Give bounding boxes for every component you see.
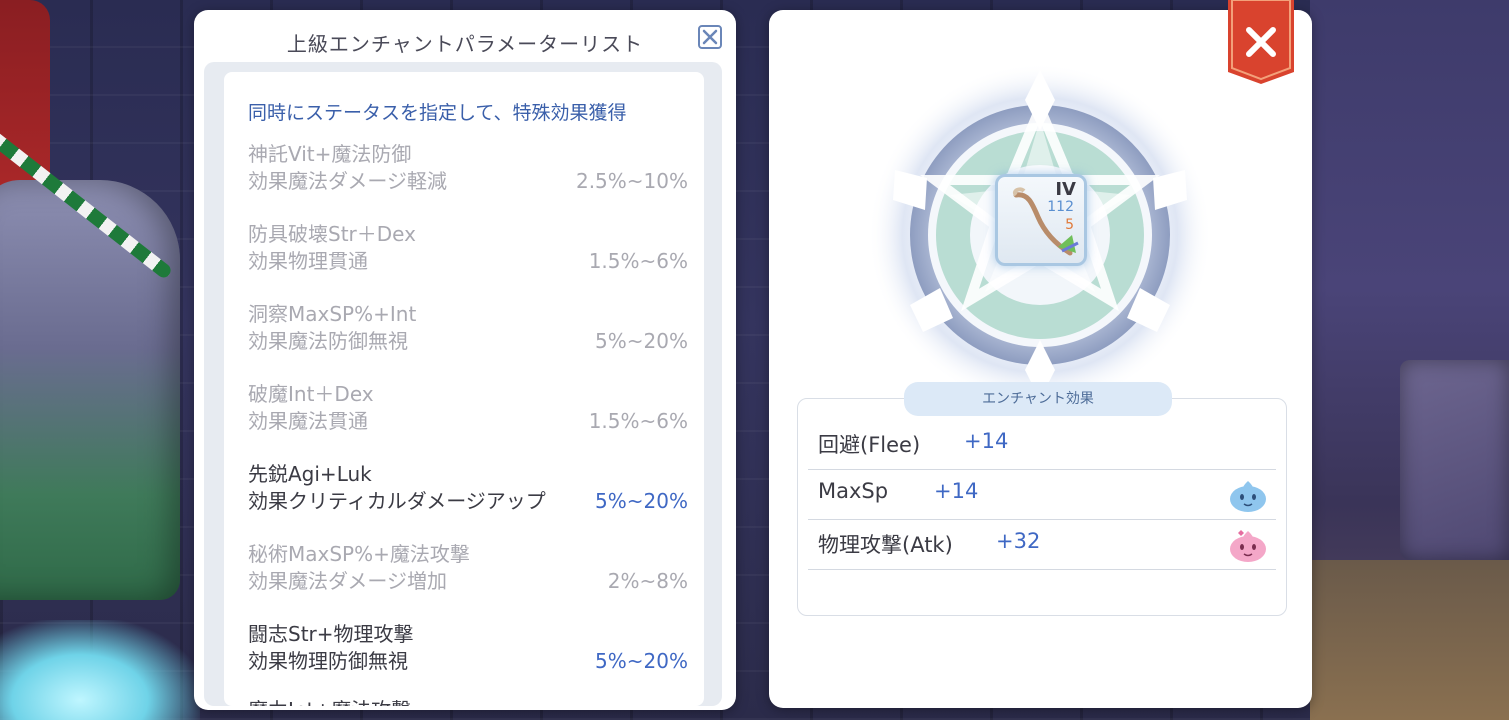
stat-label: MaxSp xyxy=(818,479,889,503)
entry-range: 2%~8% xyxy=(607,569,688,593)
pink-poring-icon xyxy=(1230,530,1266,562)
list-item: 防具破壊Str＋Dex 効果物理貫通 1.5%~6% xyxy=(248,218,688,278)
entry-range: 2.5%~10% xyxy=(575,169,688,193)
list-item: 神託Vit+魔法防御 効果魔法ダメージ軽減 2.5%~10% xyxy=(248,138,688,198)
list-frame: 同時にステータスを指定して、特殊効果獲得 神託Vit+魔法防御 効果魔法ダメージ… xyxy=(204,62,722,706)
entry-effect: 効果魔法貫通 xyxy=(248,409,368,433)
background-floor xyxy=(1310,560,1509,720)
entry-name: 闘志Str+物理攻撃 xyxy=(248,622,414,646)
enchant-parameter-list-panel: 上級エンチャントパラメーターリスト 同時にステータスを指定して、特殊効果獲得 神… xyxy=(194,10,736,710)
enchant-list[interactable]: 同時にステータスを指定して、特殊効果獲得 神託Vit+魔法防御 効果魔法ダメージ… xyxy=(224,72,704,706)
entry-range: 5%~20% xyxy=(595,649,688,673)
list-header: 同時にステータスを指定して、特殊効果獲得 xyxy=(248,102,627,124)
close-x-icon[interactable] xyxy=(697,24,723,50)
item-tier: IV xyxy=(1055,179,1076,200)
list-item: 闘志Str+物理攻撃 効果物理防御無視 5%~20% xyxy=(248,618,688,678)
entry-effect: 効果魔法防御無視 xyxy=(248,329,408,353)
entry-name: 洞察MaxSP%+Int xyxy=(248,302,417,326)
enchant-result-panel: IV 112 5 回避(Flee) +14 MaxSp +14 物理攻撃(Atk… xyxy=(769,10,1312,708)
entry-effect: 効果魔法ダメージ増加 xyxy=(248,569,447,593)
panel-title: 上級エンチャントパラメーターリスト xyxy=(286,32,644,56)
item-refine-value: 112 xyxy=(1047,199,1074,215)
stat-value: +14 xyxy=(964,429,1009,453)
list-item: 魔力Int+魔法攻撃 xyxy=(248,694,688,706)
entry-effect: 効果クリティカルダメージアップ xyxy=(248,489,546,513)
list-item: 秘術MaxSP%+魔法攻撃 効果魔法ダメージ増加 2%~8% xyxy=(248,538,688,598)
enchant-effect-box: 回避(Flee) +14 MaxSp +14 物理攻撃(Atk) +32 xyxy=(797,398,1287,616)
entry-name: 秘術MaxSP%+魔法攻撃 xyxy=(248,542,470,566)
entry-name: 破魔Int＋Dex xyxy=(248,382,374,406)
stat-value: +32 xyxy=(996,529,1041,553)
close-button[interactable] xyxy=(1228,0,1294,84)
entry-effect: 効果物理貫通 xyxy=(248,249,368,273)
character-glow xyxy=(0,620,200,720)
entry-name: 先鋭Agi+Luk xyxy=(248,462,372,486)
enchanted-item-slot[interactable]: IV 112 5 xyxy=(995,174,1087,266)
close-x-icon xyxy=(1228,0,1294,84)
entry-name: 神託Vit+魔法防御 xyxy=(248,142,412,166)
stat-row: 回避(Flee) +14 xyxy=(808,419,1276,470)
enchant-effect-tab: エンチャント効果 xyxy=(904,382,1172,416)
entry-range: 1.5%~6% xyxy=(588,409,688,433)
character-armor xyxy=(0,180,180,600)
entry-name: 防具破壊Str＋Dex xyxy=(248,222,416,246)
stat-row: 物理攻撃(Atk) +32 xyxy=(808,519,1276,570)
stat-label: 物理攻撃(Atk) xyxy=(818,533,953,557)
player-character xyxy=(0,0,200,720)
entry-name: 魔力Int+魔法攻撃 xyxy=(248,694,411,706)
stat-value: +14 xyxy=(934,479,979,503)
stat-row: MaxSp +14 xyxy=(808,469,1276,520)
entry-range: 5%~20% xyxy=(595,489,688,513)
entry-range: 1.5%~6% xyxy=(588,249,688,273)
blue-poring-icon xyxy=(1230,481,1266,512)
stat-label: 回避(Flee) xyxy=(818,433,921,457)
entry-effect: 効果魔法ダメージ軽減 xyxy=(248,169,447,193)
background-crate xyxy=(1400,360,1509,560)
list-item: 洞察MaxSP%+Int 効果魔法防御無視 5%~20% xyxy=(248,298,688,358)
item-slot-value: 5 xyxy=(1065,217,1074,233)
list-item: 破魔Int＋Dex 効果魔法貫通 1.5%~6% xyxy=(248,378,688,438)
entry-range: 5%~20% xyxy=(595,329,688,353)
entry-effect: 効果物理防御無視 xyxy=(248,649,408,673)
list-item: 先鋭Agi+Luk 効果クリティカルダメージアップ 5%~20% xyxy=(248,458,688,518)
